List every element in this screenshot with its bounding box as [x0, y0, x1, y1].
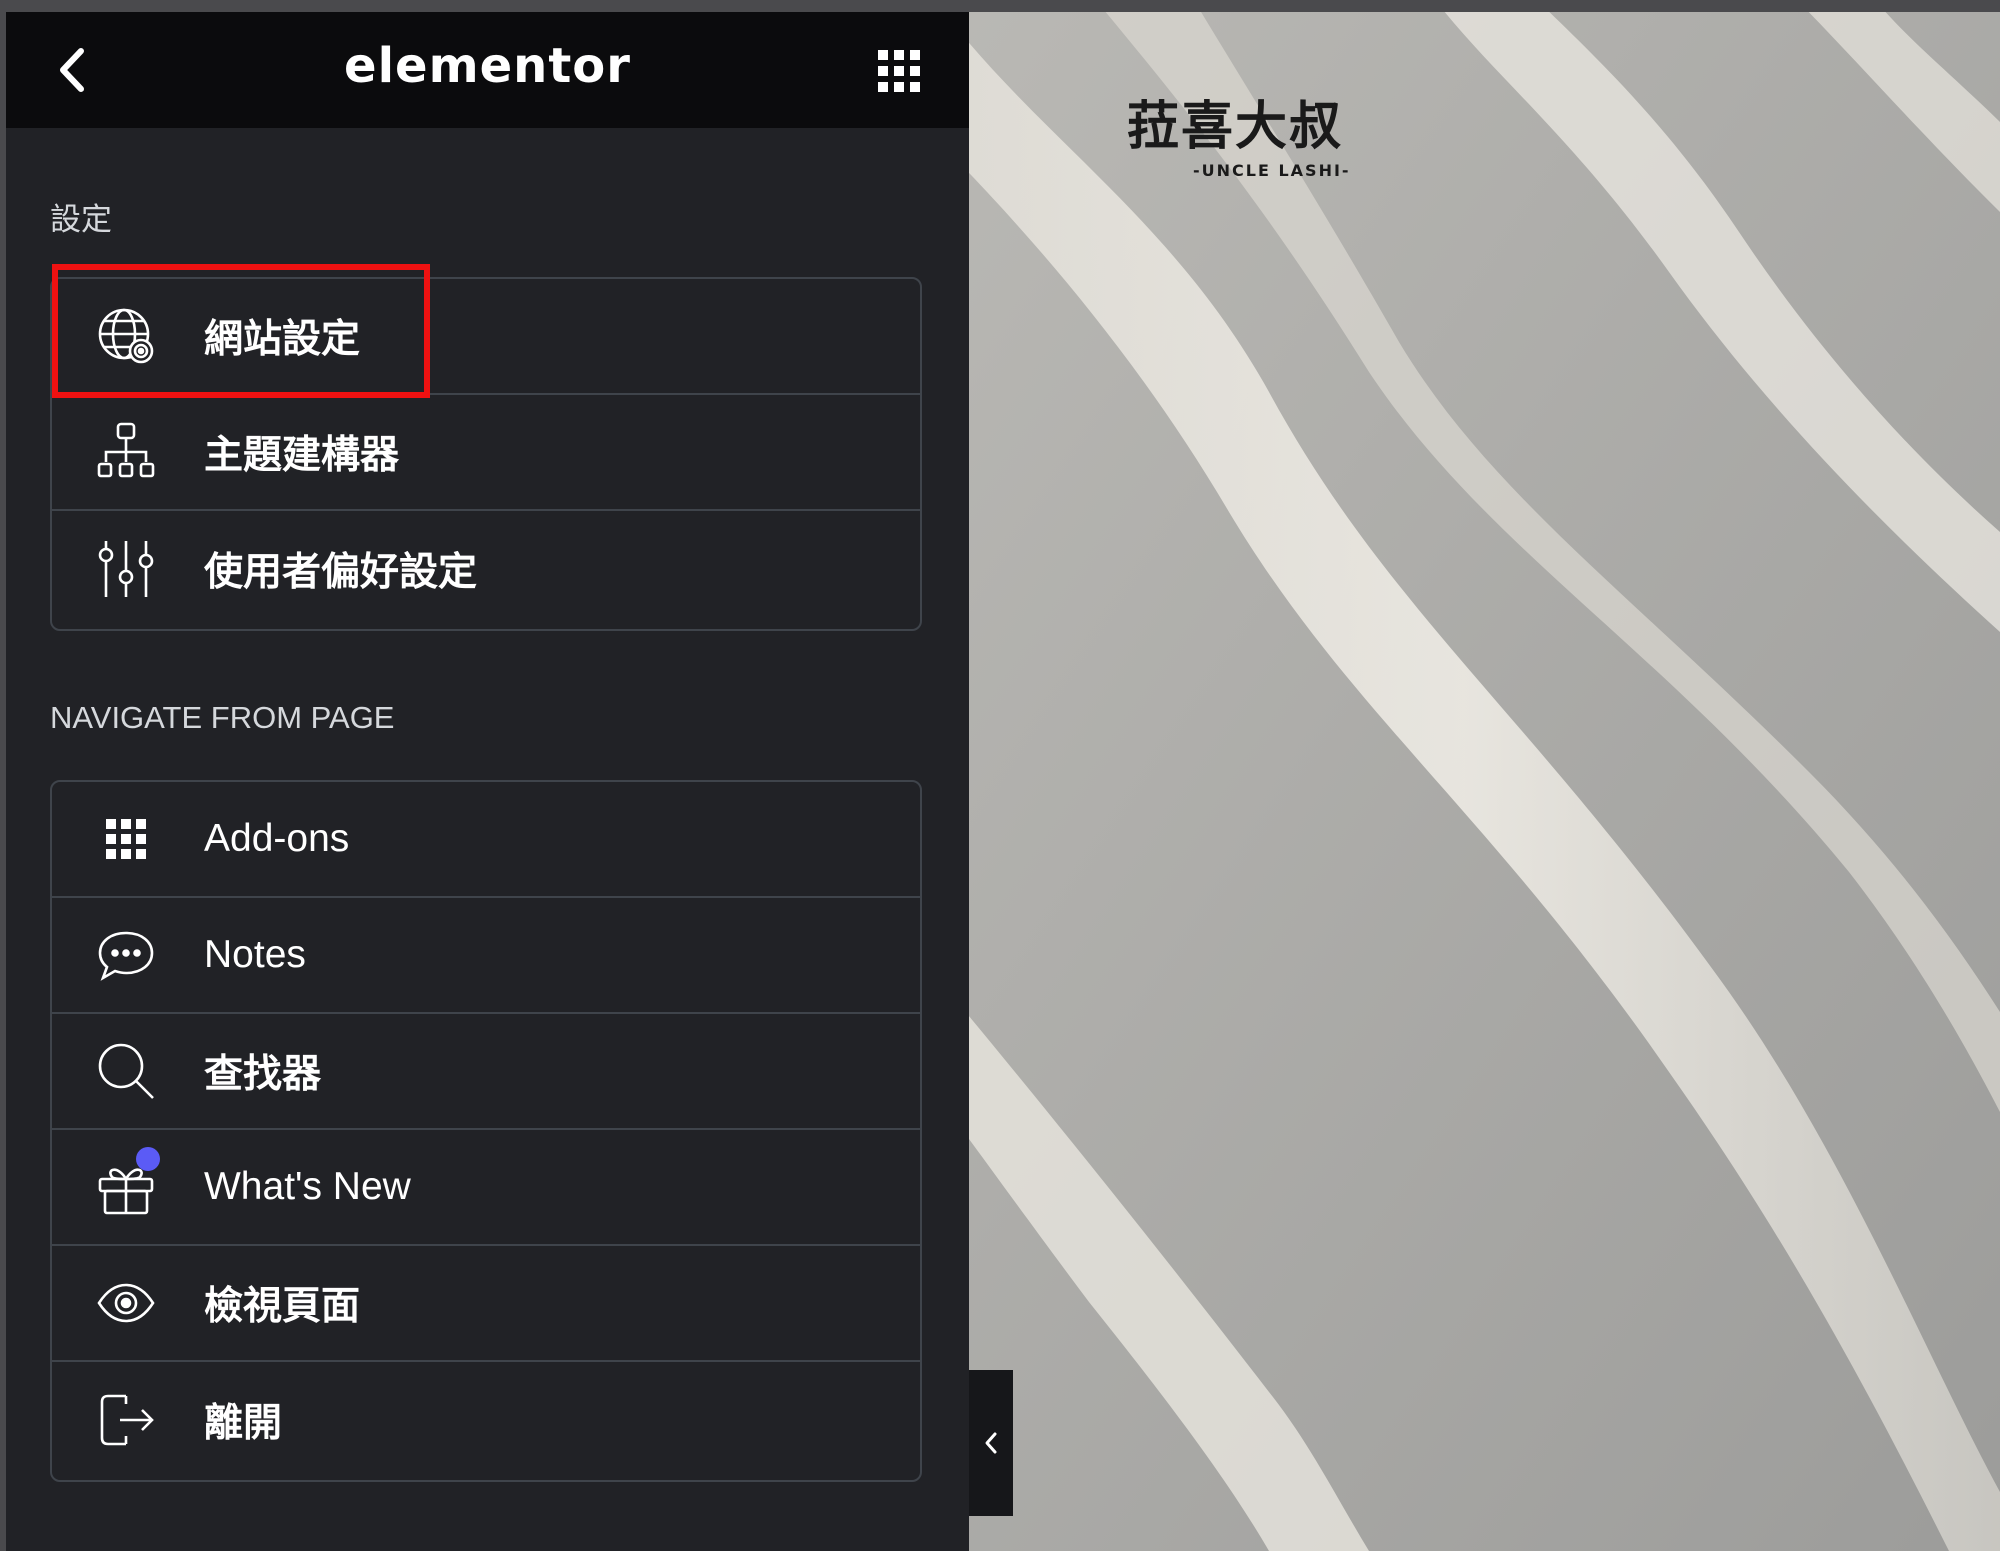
chevron-left-icon: [985, 1432, 997, 1454]
site-logo-subtitle: -UNCLE LASHI-: [1193, 161, 1351, 180]
page-preview[interactable]: 菈喜大叔 -UNCLE LASHI-: [969, 12, 2000, 1551]
menu-item-label: 使用者偏好設定: [204, 551, 478, 594]
elementor-logo: elementor: [344, 38, 631, 94]
menu-item-user-preferences[interactable]: 使用者偏好設定: [52, 511, 920, 627]
menu-item-label: Add-ons: [204, 817, 350, 860]
navigate-menu: Add-ons Notes 查找器 What's New 檢視頁面 離開: [50, 780, 922, 1482]
site-logo-text: 菈喜大叔: [1127, 96, 1344, 157]
menu-item-label: 網站設定: [204, 318, 361, 361]
apps-grid-icon[interactable]: [876, 48, 922, 94]
menu-item-label: Notes: [204, 933, 306, 976]
menu-item-exit[interactable]: 離開: [52, 1362, 920, 1478]
menu-item-label: 檢視頁面: [204, 1285, 361, 1328]
menu-item-label: What's New: [204, 1165, 411, 1208]
menu-item-label: 查找器: [204, 1053, 322, 1096]
panel-header: elementor: [6, 12, 969, 128]
editor-app: elementor 設定 網站設定 主題建構器 使用者偏好設定 NAVIGATE…: [6, 12, 2000, 1551]
gift-icon: [96, 1147, 160, 1217]
sitemap-icon: [96, 422, 156, 482]
collapse-panel-button[interactable]: [969, 1370, 1013, 1516]
sand-dune-background: [969, 12, 2000, 1551]
settings-section-title: 設定: [50, 202, 112, 237]
menu-item-site-settings[interactable]: 網站設定: [52, 279, 920, 395]
eye-icon: [96, 1273, 156, 1333]
menu-item-notes[interactable]: Notes: [52, 898, 920, 1014]
chat-bubble-icon: [96, 925, 156, 985]
settings-menu: 網站設定 主題建構器 使用者偏好設定: [50, 277, 922, 631]
grid-icon: [96, 809, 156, 869]
menu-item-view-page[interactable]: 檢視頁面: [52, 1246, 920, 1362]
notification-dot: [136, 1147, 160, 1171]
navigate-section-title: NAVIGATE FROM PAGE: [50, 700, 395, 735]
menu-item-whats-new[interactable]: What's New: [52, 1130, 920, 1246]
menu-item-label: 離開: [204, 1402, 283, 1445]
search-icon: [96, 1041, 156, 1101]
menu-item-label: 主題建構器: [204, 434, 400, 477]
sliders-icon: [96, 539, 156, 599]
site-logo: 菈喜大叔 -UNCLE LASHI-: [1127, 84, 1427, 180]
editor-side-panel: elementor 設定 網站設定 主題建構器 使用者偏好設定 NAVIGATE…: [6, 12, 969, 1551]
globe-gear-icon: [96, 306, 156, 366]
menu-item-finder[interactable]: 查找器: [52, 1014, 920, 1130]
menu-item-add-ons[interactable]: Add-ons: [52, 782, 920, 898]
exit-icon: [96, 1390, 156, 1450]
menu-item-theme-builder[interactable]: 主題建構器: [52, 395, 920, 511]
